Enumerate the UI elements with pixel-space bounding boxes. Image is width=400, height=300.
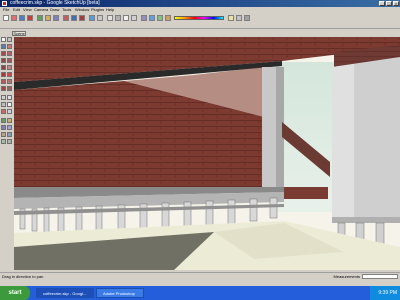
circle-icon[interactable] xyxy=(79,15,85,21)
orbit-icon[interactable] xyxy=(37,15,43,21)
polygon-icon[interactable] xyxy=(1,65,6,70)
status-text: Drag in direction to pan xyxy=(2,274,44,279)
task-sketchup[interactable]: coffeecrim.skp - Googl... xyxy=(36,288,94,298)
dimension-icon[interactable] xyxy=(7,95,12,100)
orbit-icon[interactable] xyxy=(1,118,6,123)
push-pull-icon[interactable] xyxy=(89,15,95,21)
rectangle-icon[interactable] xyxy=(71,15,77,21)
right-pillar-face xyxy=(332,64,354,217)
pier-support xyxy=(205,200,214,227)
zoom-window-icon[interactable] xyxy=(7,125,12,130)
start-button[interactable]: start xyxy=(0,286,30,300)
distant-building xyxy=(284,187,328,199)
walk-icon[interactable] xyxy=(1,132,6,137)
maximize-button[interactable]: □ xyxy=(386,1,392,6)
shadow-gradient-icon[interactable] xyxy=(174,16,224,20)
right-floor-edge xyxy=(332,217,400,223)
zoom-icon[interactable] xyxy=(1,125,6,130)
paint-bucket-icon[interactable] xyxy=(1,44,6,49)
zoom-icon[interactable] xyxy=(53,15,59,21)
scene-tab[interactable]: Scene xyxy=(12,31,26,36)
xray-icon[interactable] xyxy=(141,15,147,21)
select-icon[interactable] xyxy=(1,37,6,42)
view-iso-icon[interactable] xyxy=(107,15,113,21)
pan-icon[interactable] xyxy=(45,15,51,21)
eraser-icon[interactable] xyxy=(7,44,12,49)
axes-icon[interactable] xyxy=(1,109,6,114)
status-bar: Drag in direction to pan Measurements xyxy=(0,272,400,279)
fog-icon[interactable] xyxy=(236,15,242,21)
wireframe-icon[interactable] xyxy=(149,15,155,21)
move-icon[interactable] xyxy=(27,15,33,21)
measurements-input[interactable] xyxy=(362,274,398,279)
offset-icon[interactable] xyxy=(7,86,12,91)
section-plane-icon[interactable] xyxy=(244,15,250,21)
system-tray: 9:39 PM xyxy=(370,286,400,300)
pan-icon[interactable] xyxy=(7,118,12,123)
pier-support xyxy=(183,201,192,229)
3d-text-icon[interactable] xyxy=(7,109,12,114)
measurements-label: Measurements xyxy=(333,274,360,279)
line-icon[interactable] xyxy=(63,15,69,21)
scale-icon[interactable] xyxy=(1,86,6,91)
eraser-icon[interactable] xyxy=(11,15,17,21)
component-icon[interactable] xyxy=(7,37,12,42)
pier-support xyxy=(227,199,236,225)
rectangle-icon[interactable] xyxy=(1,51,6,56)
look-around-icon[interactable] xyxy=(7,132,12,137)
move-icon[interactable] xyxy=(1,72,6,77)
shaded-icon[interactable] xyxy=(157,15,163,21)
line-icon[interactable] xyxy=(7,51,12,56)
follow-me-icon[interactable] xyxy=(7,79,12,84)
arc-icon[interactable] xyxy=(7,58,12,63)
tape-measure-icon[interactable] xyxy=(97,15,103,21)
task-photoshop[interactable]: Adobe Photoshop xyxy=(96,288,144,298)
title-bar: coffeecrim.skp - Google SketchUp [beta] … xyxy=(0,0,400,7)
main-toolbar xyxy=(0,13,400,29)
shadow-settings-icon[interactable] xyxy=(228,15,234,21)
window-title: coffeecrim.skp - Google SketchUp [beta] xyxy=(10,0,100,6)
left-toolbar xyxy=(0,37,13,272)
taskbar: start coffeecrim.skp - Googl... Adobe Ph… xyxy=(0,286,400,300)
tape-measure-icon[interactable] xyxy=(1,95,6,100)
view-right-icon[interactable] xyxy=(131,15,137,21)
minimize-button[interactable]: _ xyxy=(379,1,385,6)
push-pull-icon[interactable] xyxy=(7,72,12,77)
text-icon[interactable] xyxy=(7,102,12,107)
app-icon xyxy=(2,1,7,6)
pier-support xyxy=(249,198,258,222)
circle-icon[interactable] xyxy=(1,58,6,63)
architectural-model-view xyxy=(14,37,400,270)
textured-icon[interactable] xyxy=(165,15,171,21)
view-front-icon[interactable] xyxy=(123,15,129,21)
rotate-icon[interactable] xyxy=(1,79,6,84)
protractor-icon[interactable] xyxy=(1,102,6,107)
drawing-viewport[interactable] xyxy=(14,37,400,270)
pier-support xyxy=(269,197,278,219)
paint-bucket-icon[interactable] xyxy=(19,15,25,21)
close-button[interactable]: × xyxy=(393,1,399,6)
section-icon[interactable] xyxy=(1,139,6,144)
select-icon[interactable] xyxy=(3,15,9,21)
previous-view-icon[interactable] xyxy=(7,139,12,144)
view-top-icon[interactable] xyxy=(115,15,121,21)
freehand-icon[interactable] xyxy=(7,65,12,70)
clock: 9:39 PM xyxy=(378,290,397,296)
